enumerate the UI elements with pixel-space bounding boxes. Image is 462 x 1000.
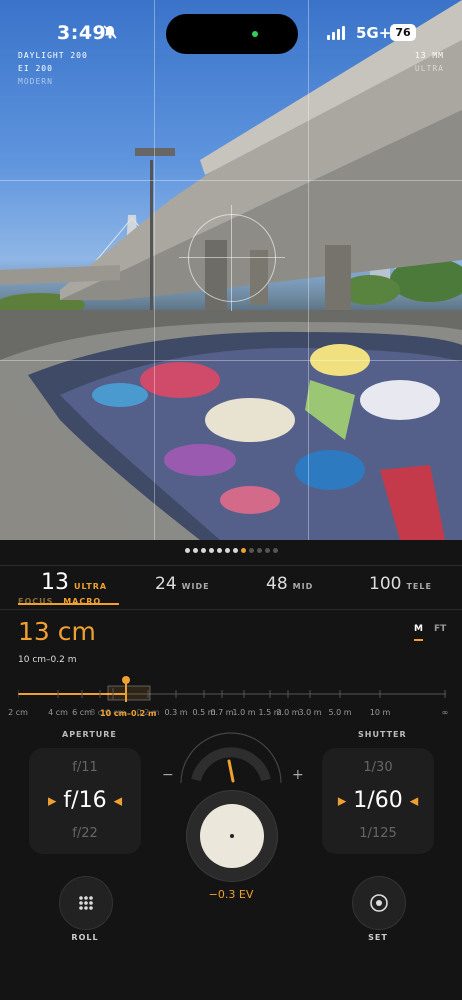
exposure-plus-button[interactable]: +	[292, 767, 304, 783]
selected-range-label: 10 cm–0.2 m	[100, 709, 157, 718]
unit-selected-underline	[414, 639, 423, 641]
shutter-title: SHUTTER	[358, 730, 407, 739]
grid-dots-icon	[79, 896, 93, 910]
focal-length: 13 MM	[414, 51, 444, 60]
film-name: DAYLIGHT 200	[18, 51, 88, 60]
grid-line	[0, 180, 462, 181]
film-ei: EI 200	[18, 64, 53, 73]
divider	[0, 609, 462, 610]
arrow-right-icon: ▶	[47, 794, 57, 808]
battery-icon: 76	[390, 24, 416, 41]
grid-line	[154, 0, 155, 540]
arrow-left-icon: ◀	[113, 794, 123, 808]
shutter-dial[interactable]: 1/30 ▶ 1/60 ◀ 1/125	[322, 748, 434, 854]
unit-feet-toggle[interactable]: FT	[434, 624, 446, 634]
lens-tab-mid[interactable]: 48 MID	[266, 574, 313, 594]
shutter-next[interactable]: 1/125	[322, 826, 434, 841]
status-time: 3:49	[57, 22, 107, 44]
shutter-current: ▶ 1/60 ◀	[337, 788, 419, 813]
aperture-next[interactable]: f/22	[29, 826, 141, 841]
focus-scale-slider[interactable]: 2 cm 4 cm 6 cm 8 cm 10 cm 0.2 m 0.3 m 0.…	[8, 676, 448, 717]
lens-info: 13 MM ULTRA	[415, 49, 444, 75]
shutter-prev[interactable]: 1/30	[322, 760, 434, 775]
divider	[0, 565, 462, 566]
arrow-right-icon: ▶	[337, 794, 347, 808]
aperture-title: APERTURE	[62, 730, 117, 739]
network-label: 5G+	[356, 24, 392, 42]
focus-distance-value: 13 cm	[18, 617, 96, 646]
aperture-prev[interactable]: f/11	[29, 760, 141, 775]
signal-icon	[327, 26, 345, 40]
focus-range-label: 10 cm–0.2 m	[18, 655, 77, 665]
roll-button[interactable]	[59, 876, 113, 930]
exposure-minus-button[interactable]: −	[162, 767, 174, 783]
bell-muted-icon	[103, 25, 117, 43]
target-icon	[370, 894, 388, 912]
set-label: SET	[368, 933, 388, 942]
unit-meters-toggle[interactable]: M	[414, 624, 423, 634]
grid-line	[308, 0, 309, 540]
lens-name: ULTRA	[414, 64, 444, 73]
lens-selector: 13 ULTRA 24 WIDE 48 MID 100 TELE	[0, 570, 462, 600]
grid-line	[0, 360, 462, 361]
film-info: DAYLIGHT 200 EI 200 MODERN	[18, 49, 88, 88]
focus-reticle[interactable]	[179, 205, 285, 311]
arrow-left-icon: ◀	[409, 794, 419, 808]
film-mode: MODERN	[18, 77, 53, 86]
set-button[interactable]	[352, 876, 406, 930]
dynamic-island	[166, 14, 298, 54]
shutter-button[interactable]	[186, 790, 278, 882]
camera-indicator-dot	[252, 31, 258, 37]
lens-tab-tele[interactable]: 100 TELE	[369, 574, 432, 594]
focus-scale-track	[17, 676, 446, 702]
exposure-compensation-dial[interactable]	[176, 728, 286, 788]
aperture-current: ▶ f/16 ◀	[47, 788, 123, 813]
page-indicator[interactable]	[0, 548, 462, 553]
lens-tab-wide[interactable]: 24 WIDE	[155, 574, 210, 594]
camera-viewfinder[interactable]: 3:49 5G+ 76 DAYLIGHT 200 EI 200 MODERN 1…	[0, 0, 462, 540]
active-tab-underline	[18, 603, 119, 605]
lens-tab-ultra[interactable]: 13 ULTRA	[41, 570, 107, 595]
roll-label: ROLL	[71, 933, 99, 942]
aperture-dial[interactable]: f/11 ▶ f/16 ◀ f/22	[29, 748, 141, 854]
